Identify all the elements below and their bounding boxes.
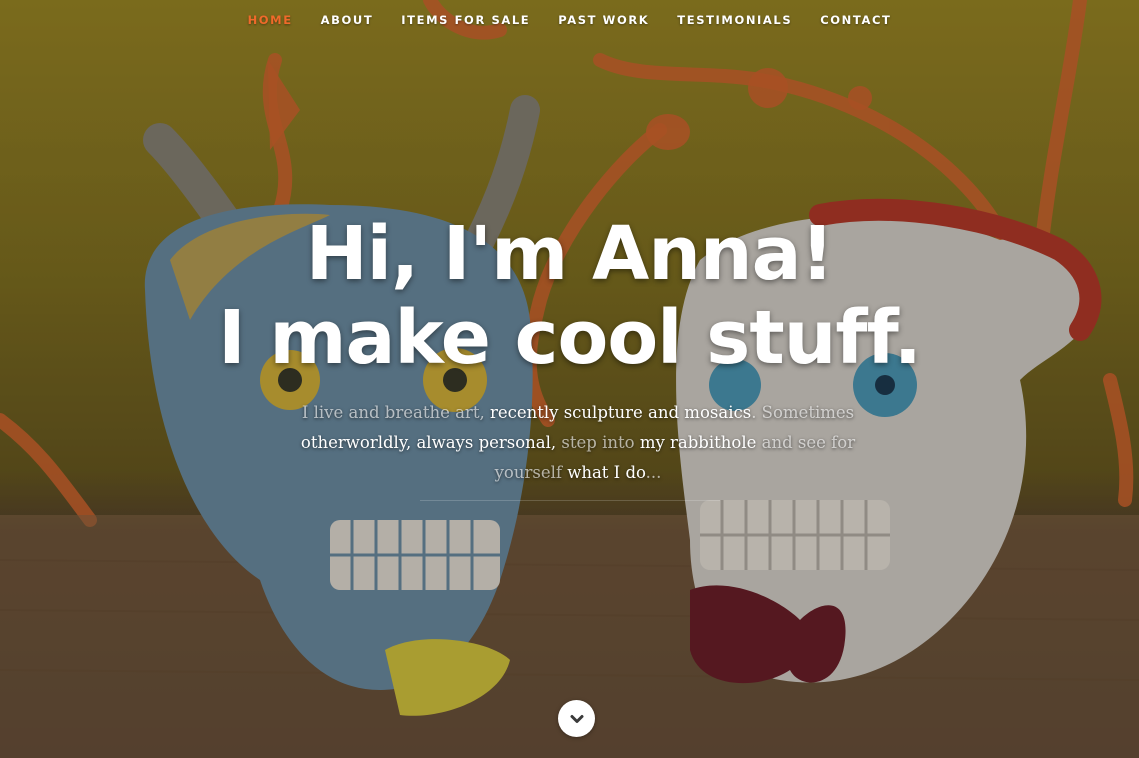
scroll-down-button[interactable]	[558, 700, 595, 737]
nav-item-past-work[interactable]: PAST WORK	[558, 13, 649, 27]
tagline-ellipsis: ...	[645, 463, 662, 482]
nav-item-testimonials[interactable]: TESTIMONIALS	[677, 13, 792, 27]
nav-item-home[interactable]: HOME	[248, 13, 293, 27]
tagline-text: I live and breathe art,	[301, 403, 490, 422]
nav-item-about[interactable]: ABOUT	[321, 13, 374, 27]
nav-item-contact[interactable]: CONTACT	[820, 13, 891, 27]
hero-tagline: I live and breathe art, recently sculptu…	[270, 398, 886, 488]
link-my-rabbithole[interactable]: my rabbithole	[640, 433, 757, 452]
headline-line-2: I make cool stuff.	[218, 295, 922, 381]
tagline-text: . Sometimes	[751, 403, 855, 422]
hero-headline: Hi, I'm Anna! I make cool stuff.	[0, 212, 1139, 380]
tagline-text: step into	[561, 433, 640, 452]
nav-item-items-for-sale[interactable]: ITEMS FOR SALE	[401, 13, 530, 27]
link-otherworldly[interactable]: otherworldly	[301, 433, 406, 452]
link-what-i-do[interactable]: what I do	[567, 463, 645, 482]
link-sculpture-mosaics[interactable]: recently sculpture and mosaics	[490, 403, 751, 422]
top-navigation: HOME ABOUT ITEMS FOR SALE PAST WORK TEST…	[0, 0, 1139, 40]
tagline-text: , always personal,	[405, 433, 562, 452]
headline-line-1: Hi, I'm Anna!	[305, 211, 835, 297]
hero-section: HOME ABOUT ITEMS FOR SALE PAST WORK TEST…	[0, 0, 1139, 758]
chevron-down-icon	[570, 714, 583, 723]
hero-divider	[420, 500, 720, 501]
